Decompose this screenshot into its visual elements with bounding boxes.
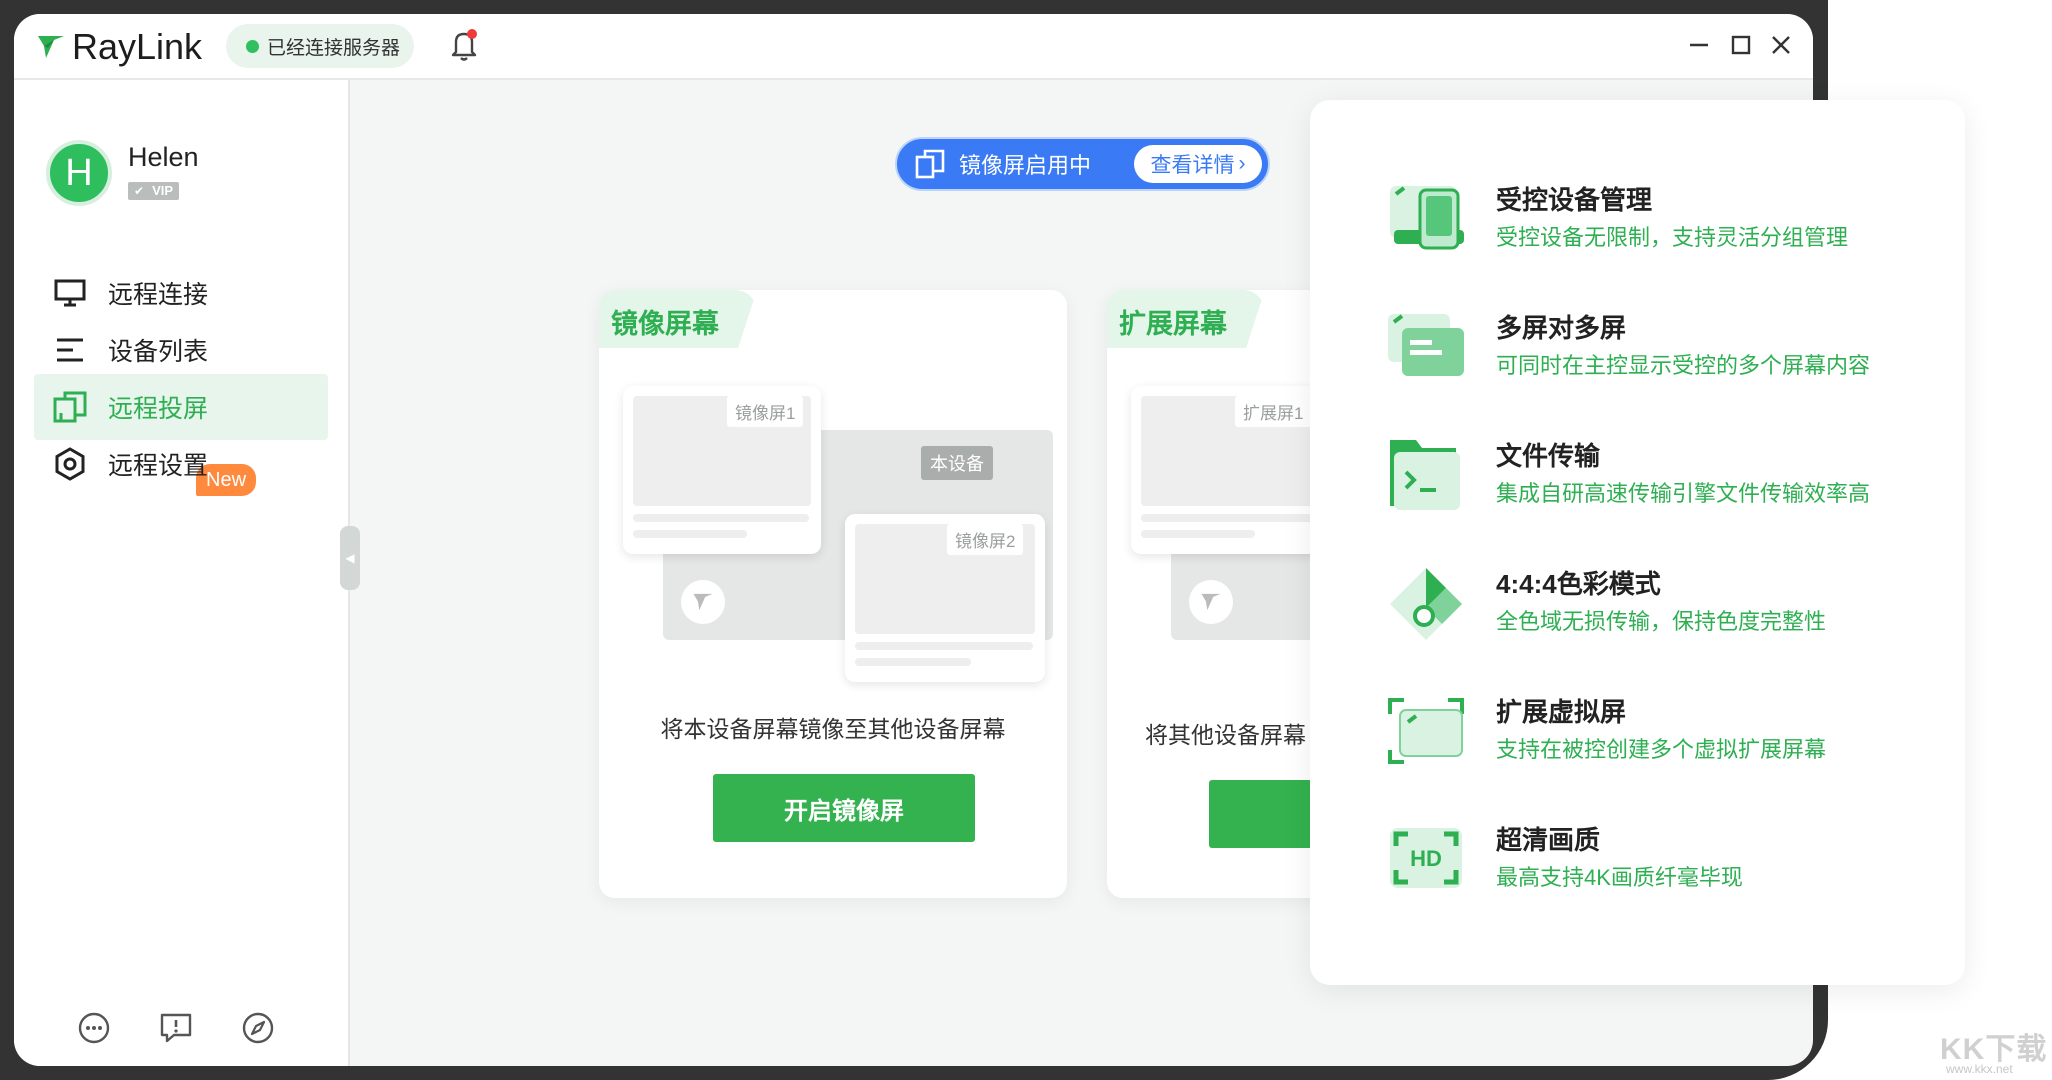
chat-icon[interactable] [76, 1010, 112, 1046]
chevron-right-icon: › [1238, 152, 1246, 175]
nav-label: 远程设置 [108, 452, 209, 480]
device-manage-icon [1390, 186, 1464, 250]
feature-title: 扩展虚拟屏 [1496, 697, 1627, 727]
file-transfer-icon [1390, 440, 1460, 510]
color-mode-icon [1390, 568, 1462, 640]
virtual-screen-icon [1388, 698, 1464, 764]
feedback-icon[interactable] [158, 1010, 194, 1046]
compass-icon[interactable] [240, 1010, 276, 1046]
title-bar: RayLink 已经连接服务器 [14, 14, 1813, 80]
feature-desc: 支持在被控创建多个虚拟扩展屏幕 [1496, 737, 1827, 762]
app-logo: RayLink [36, 26, 202, 68]
card-title: 镜像屏幕 [611, 309, 719, 339]
avatar[interactable]: H [46, 140, 112, 206]
start-mirror-button[interactable]: 开启镜像屏 [713, 774, 975, 842]
user-name: Helen [128, 142, 199, 172]
feature-item: 文件传输 集成自研高速传输引擎文件传输效率高 [1386, 436, 1946, 536]
view-details-button[interactable]: 查看详情 › [1134, 145, 1262, 183]
monitor-icon [52, 275, 88, 311]
vip-badge: ✔ VIP [128, 182, 180, 200]
mirror-status-text: 镜像屏启用中 [959, 153, 1092, 178]
view-details-label: 查看详情 [1150, 154, 1235, 177]
feature-title: 多屏对多屏 [1496, 313, 1627, 343]
nav-item-remote-settings[interactable]: 远程设置 [34, 431, 328, 497]
feature-item: 多屏对多屏 可同时在主控显示受控的多个屏幕内容 [1386, 308, 1946, 408]
feature-item: 4:4:4色彩模式 全色域无损传输，保持色度完整性 [1386, 564, 1946, 664]
mirror-screen-card: 镜像屏幕 本设备 镜像屏1 镜像屏2 将本设备屏幕镜像至其他设备屏幕 开启镜像屏 [599, 290, 1067, 898]
app-name: RayLink [72, 26, 203, 67]
feature-title: 文件传输 [1496, 441, 1601, 471]
watermark-url: www.kkx.net [1946, 1062, 2013, 1076]
local-device-tag: 本设备 [921, 446, 993, 480]
list-icon [52, 332, 88, 368]
card-description: 将本设备屏幕镜像至其他设备屏幕 [660, 716, 1006, 742]
feature-desc: 集成自研高速传输引擎文件传输效率高 [1496, 481, 1871, 506]
hd-icon: HD [1390, 828, 1462, 888]
screen-cast-icon [915, 149, 945, 179]
nav-label: 远程连接 [108, 281, 209, 309]
vip-label: VIP [152, 183, 174, 198]
feature-item: 受控设备管理 受控设备无限制，支持灵活分组管理 [1386, 180, 1946, 280]
feature-desc: 受控设备无限制，支持灵活分组管理 [1496, 225, 1849, 250]
mirror-screen-1-label: 镜像屏1 [727, 396, 804, 427]
feature-panel: 受控设备管理 受控设备无限制，支持灵活分组管理 多屏对多屏 可同时在主控显示受控… [1310, 100, 1965, 985]
feature-title: 受控设备管理 [1496, 185, 1653, 215]
feature-desc: 最高支持4K画质纤毫毕现 [1496, 865, 1743, 890]
feature-item: HD 超清画质 最高支持4K画质纤毫毕现 [1386, 820, 1946, 920]
card-title: 扩展屏幕 [1119, 309, 1227, 339]
feature-desc: 全色域无损传输，保持色度完整性 [1496, 609, 1827, 634]
minimize-button[interactable] [1684, 30, 1714, 60]
raylink-logo-icon [681, 580, 725, 624]
close-button[interactable] [1766, 30, 1796, 60]
raylink-logo-icon [38, 36, 64, 58]
feature-item: 扩展虚拟屏 支持在被控创建多个虚拟扩展屏幕 [1386, 692, 1946, 792]
mirror-status-banner: 镜像屏启用中 查看详情 › [895, 137, 1270, 191]
settings-hex-icon [52, 446, 88, 482]
raylink-logo-icon [1189, 580, 1233, 624]
svg-text:HD: HD [1410, 846, 1442, 871]
server-status-text: 已经连接服务器 [267, 37, 401, 59]
feature-desc: 可同时在主控显示受控的多个屏幕内容 [1496, 353, 1871, 378]
multi-screen-icon [1388, 314, 1464, 376]
feature-title: 4:4:4色彩模式 [1496, 569, 1661, 599]
status-dot-icon [246, 39, 259, 53]
mirror-screen-2-label: 镜像屏2 [947, 524, 1024, 555]
nav-label: 远程投屏 [108, 395, 209, 423]
check-icon: ✔ [134, 184, 145, 198]
server-status-badge: 已经连接服务器 [226, 24, 414, 68]
screen-cast-icon [52, 389, 88, 425]
nav-label: 设备列表 [108, 338, 209, 366]
maximize-button[interactable] [1726, 30, 1756, 60]
feature-title: 超清画质 [1496, 825, 1601, 855]
sidebar: H Helen ✔ VIP 远程连接 设备列表 远程投屏 New 远程设置 ◀ [14, 80, 360, 1066]
extend-screen-1-label: 扩展屏1 [1235, 396, 1312, 427]
notification-bell-icon[interactable] [446, 26, 482, 64]
